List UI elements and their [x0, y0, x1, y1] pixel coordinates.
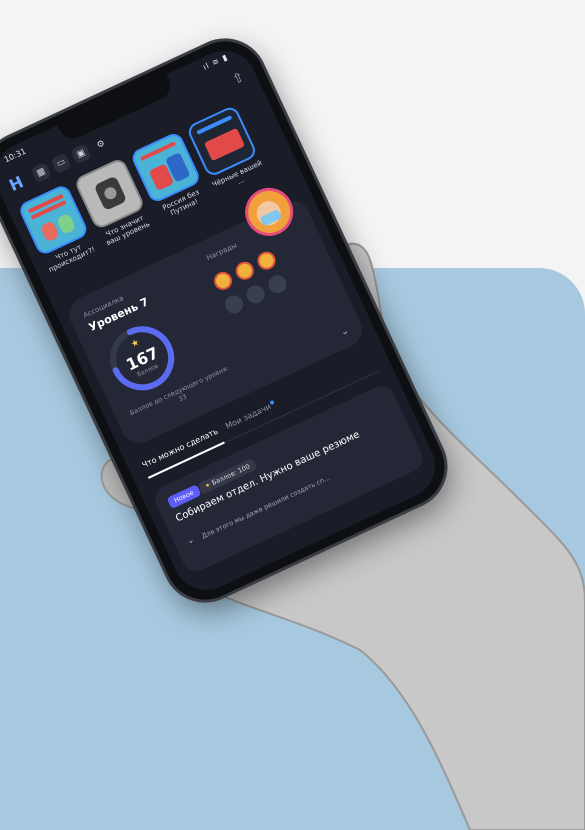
folder-icon[interactable]: ▭	[50, 152, 72, 174]
chevron-down-icon[interactable]: ⌄	[339, 325, 351, 339]
app-logo[interactable]: H	[6, 172, 29, 195]
notification-dot	[269, 399, 275, 406]
grid-icon[interactable]: ▦	[30, 161, 52, 184]
award-badge-locked	[222, 292, 246, 317]
signal-wifi-battery-icon: ıl ≋ ▮	[201, 52, 230, 72]
status-time: 10:31	[2, 146, 28, 165]
awards-title: Награды	[205, 241, 239, 263]
award-badge[interactable]	[232, 258, 257, 283]
gear-icon[interactable]: ⚙	[90, 134, 111, 155]
chevron-down-icon[interactable]: ⌄	[185, 535, 196, 547]
award-badge[interactable]	[211, 268, 235, 293]
award-badge-locked	[243, 282, 268, 307]
tab-my-tasks[interactable]: Мои задачи	[224, 402, 272, 431]
award-badge-locked	[265, 272, 290, 297]
award-badge[interactable]	[254, 248, 279, 273]
calendar-icon[interactable]: ▣	[70, 143, 92, 165]
share-icon[interactable]: ⇧	[231, 70, 247, 88]
